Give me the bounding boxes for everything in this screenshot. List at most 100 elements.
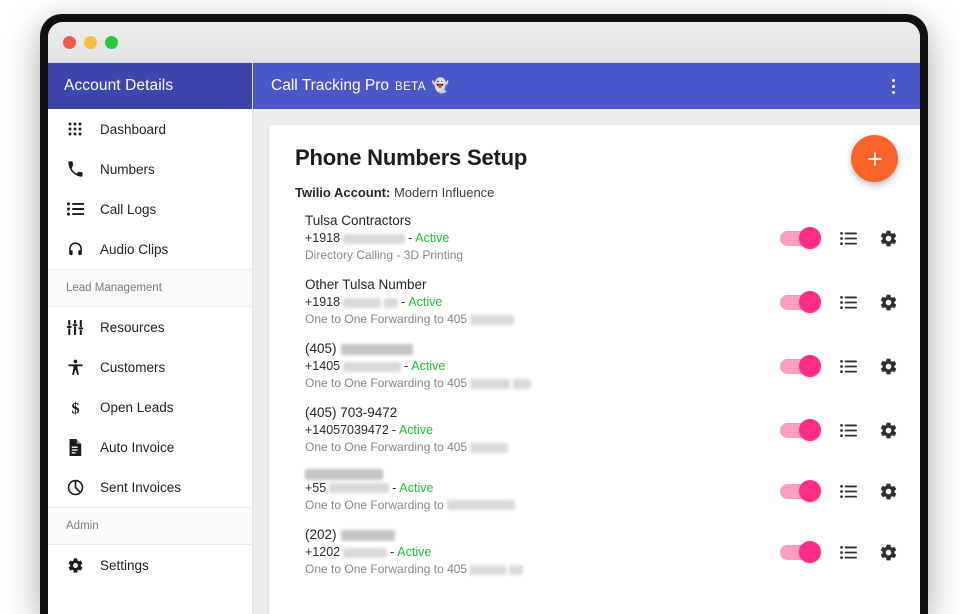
redacted-text xyxy=(343,297,382,308)
sidebar-item-label: Auto Invoice xyxy=(100,439,175,455)
separator: - xyxy=(392,480,397,495)
number-enabled-toggle[interactable] xyxy=(780,354,821,377)
number-actions xyxy=(770,226,898,249)
number-info: Other Tulsa Number +1918 - Active One to One… xyxy=(305,276,770,328)
redacted-text xyxy=(343,547,388,558)
list-icon[interactable] xyxy=(838,481,858,501)
main-region: Call Tracking Pro BETA 👻 Phone Numbers S… xyxy=(253,63,920,614)
redacted-text xyxy=(329,483,390,493)
twilio-account-line: Twilio Account: Modern Influence xyxy=(269,171,920,200)
list-icon[interactable] xyxy=(838,292,858,312)
app-body: Account Details Dashboard Numbers Call L… xyxy=(48,63,920,614)
browser-window: Account Details Dashboard Numbers Call L… xyxy=(40,14,928,614)
person-icon xyxy=(66,358,84,376)
separator: - xyxy=(404,359,409,373)
redacted-text xyxy=(513,378,532,389)
close-button[interactable] xyxy=(63,35,76,49)
number-actions xyxy=(770,354,898,377)
sidebar-item-settings[interactable]: Settings xyxy=(48,545,252,585)
minimize-button[interactable] xyxy=(84,35,97,49)
number-e164: +1405 xyxy=(305,359,341,373)
sliders-icon xyxy=(66,318,84,336)
number-e164-row: +55 - Active xyxy=(305,480,770,497)
gear-icon[interactable] xyxy=(878,542,898,562)
status-badge: Active xyxy=(399,480,434,495)
list-icon[interactable] xyxy=(838,356,858,376)
number-forwarding-row: One to One Forwarding to 405 xyxy=(305,439,770,456)
number-row: Other Tulsa Number +1918 - Active One to One… xyxy=(269,270,920,334)
twilio-account-label: Twilio Account: xyxy=(295,185,391,200)
separator: - xyxy=(401,295,406,309)
number-e164: +1202 xyxy=(305,545,341,559)
sidebar-item-open-leads[interactable]: $ Open Leads xyxy=(48,387,252,427)
gear-icon[interactable] xyxy=(878,292,898,312)
content-area: Phone Numbers Setup Twilio Account: Mode… xyxy=(253,109,920,614)
number-info: +55 - Active One to One Forwarding to xyxy=(305,468,770,514)
number-name-row: (202) xyxy=(305,526,770,544)
app-topbar: Call Tracking Pro BETA 👻 xyxy=(253,63,920,109)
number-e164-row: +1918 - Active xyxy=(305,294,770,311)
status-badge: Active xyxy=(408,295,443,309)
redacted-text xyxy=(470,378,511,389)
number-e164-row: +1405 - Active xyxy=(305,358,770,375)
sidebar-item-resources[interactable]: Resources xyxy=(48,307,252,347)
toggle-knob xyxy=(799,354,821,377)
sidebar-section-lead-management: Lead Management xyxy=(48,269,252,307)
redacted-text xyxy=(470,564,507,575)
number-enabled-toggle[interactable] xyxy=(780,290,821,313)
grid-icon xyxy=(66,120,84,138)
sidebar-nav: Dashboard Numbers Call Logs Audio Clips … xyxy=(48,109,252,614)
toggle-knob xyxy=(799,479,821,502)
number-e164: +55 xyxy=(305,480,327,495)
number-label: (202) xyxy=(305,527,337,542)
toggle-knob xyxy=(799,290,821,313)
gear-icon xyxy=(66,556,84,574)
list-icon[interactable] xyxy=(838,228,858,248)
gear-icon[interactable] xyxy=(878,420,898,440)
number-name-row: (405) xyxy=(305,340,770,358)
list-icon[interactable] xyxy=(838,420,858,440)
sidebar-item-label: Audio Clips xyxy=(100,241,169,257)
number-name-row: Tulsa Contractors xyxy=(305,212,770,230)
sidebar-item-sent-invoices[interactable]: Sent Invoices xyxy=(48,467,252,507)
phone-numbers-card: Phone Numbers Setup Twilio Account: Mode… xyxy=(269,125,920,614)
sidebar-item-customers[interactable]: Customers xyxy=(48,347,252,387)
gear-icon[interactable] xyxy=(878,481,898,501)
number-enabled-toggle[interactable] xyxy=(780,226,821,249)
redacted-text xyxy=(340,529,395,541)
toggle-knob xyxy=(799,540,821,563)
sidebar-item-label: Numbers xyxy=(100,161,155,177)
sidebar-item-audio-clips[interactable]: Audio Clips xyxy=(48,229,252,269)
gear-icon[interactable] xyxy=(878,356,898,376)
kebab-menu-button[interactable] xyxy=(880,71,906,101)
sidebar-item-auto-invoice[interactable]: Auto Invoice xyxy=(48,427,252,467)
number-label: (405) xyxy=(305,341,337,356)
numbers-list: Tulsa Contractors +1918- Active Directory C… xyxy=(269,200,920,584)
sidebar-item-numbers[interactable]: Numbers xyxy=(48,149,252,189)
redacted-text xyxy=(470,314,515,325)
gear-icon[interactable] xyxy=(878,228,898,248)
maximize-button[interactable] xyxy=(105,35,118,49)
number-enabled-toggle[interactable] xyxy=(780,479,821,502)
twilio-account-value: Modern Influence xyxy=(393,185,495,200)
forwarding-text: One to One Forwarding to 405 xyxy=(305,312,468,326)
sidebar-item-dashboard[interactable]: Dashboard xyxy=(48,109,252,149)
number-actions xyxy=(770,418,898,441)
window-inner: Account Details Dashboard Numbers Call L… xyxy=(48,22,920,614)
dollar-icon: $ xyxy=(66,398,84,416)
separator: - xyxy=(391,423,396,437)
toggle-knob xyxy=(799,418,821,441)
list-icon[interactable] xyxy=(838,542,858,562)
number-forwarding-row: One to One Forwarding to xyxy=(305,497,770,514)
number-forwarding-row: Directory Calling - 3D Printing xyxy=(305,247,770,264)
status-badge: Active xyxy=(411,359,446,373)
sidebar-item-call-logs[interactable]: Call Logs xyxy=(48,189,252,229)
redacted-text xyxy=(305,468,383,480)
forwarding-text: One to One Forwarding to xyxy=(305,497,444,512)
number-enabled-toggle[interactable] xyxy=(780,418,821,441)
number-enabled-toggle[interactable] xyxy=(780,540,821,563)
add-number-button[interactable] xyxy=(851,135,898,182)
sidebar-item-label: Open Leads xyxy=(100,399,174,415)
sidebar-item-label: Customers xyxy=(100,359,166,375)
number-info: (202) +1202 - Active One to One Forwarding t… xyxy=(305,526,770,578)
